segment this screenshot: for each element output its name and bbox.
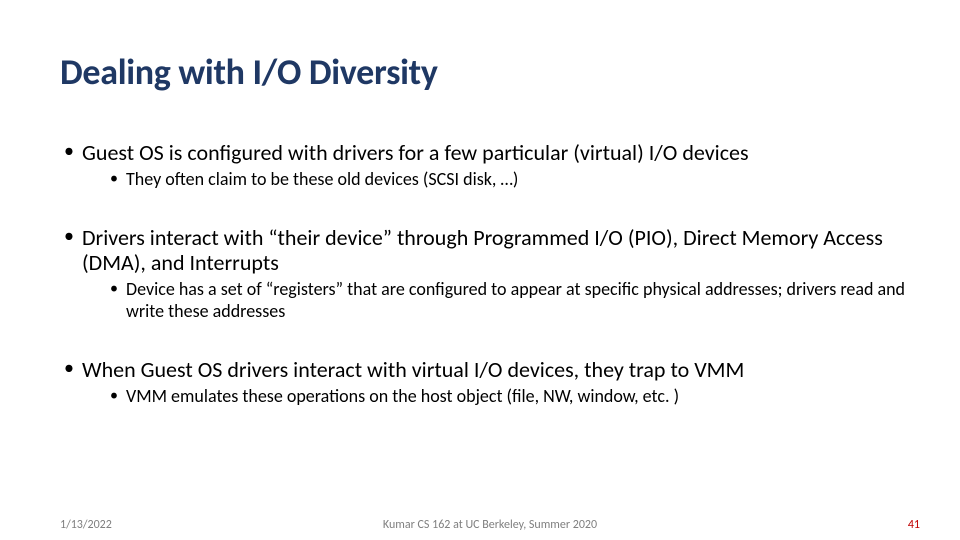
bullet-level1: Drivers interact with “their device” thr… [60,225,920,323]
sub-bullet-list: They often claim to be these old devices… [82,169,920,191]
bullet-text: They often claim to be these old devices… [126,168,518,190]
bullet-level2: Device has a set of “registers” that are… [82,279,920,322]
bullet-level1: When Guest OS drivers interact with virt… [60,357,920,408]
bullet-level1: Guest OS is configured with drivers for … [60,140,920,191]
bullet-list: Drivers interact with “their device” thr… [60,225,920,323]
spacer [60,327,920,357]
bullet-level2: VMM emulates these operations on the hos… [82,386,920,408]
bullet-list: When Guest OS drivers interact with virt… [60,357,920,408]
bullet-text: Device has a set of “registers” that are… [126,278,905,322]
slide-title: Dealing with I/O Diversity [60,50,438,94]
slide-body: Guest OS is configured with drivers for … [60,140,920,412]
footer-page-number: 41 [908,518,920,532]
bullet-text: Drivers interact with “their device” thr… [82,224,883,276]
spacer [60,195,920,225]
slide: Dealing with I/O Diversity Guest OS is c… [0,0,960,540]
footer-center: Kumar CS 162 at UC Berkeley, Summer 2020 [60,518,920,532]
bullet-text: Guest OS is configured with drivers for … [82,139,749,166]
sub-bullet-list: Device has a set of “registers” that are… [82,279,920,322]
bullet-level2: They often claim to be these old devices… [82,169,920,191]
bullet-text: When Guest OS drivers interact with virt… [82,356,744,383]
sub-bullet-list: VMM emulates these operations on the hos… [82,386,920,408]
bullet-text: VMM emulates these operations on the hos… [126,385,679,407]
bullet-list: Guest OS is configured with drivers for … [60,140,920,191]
